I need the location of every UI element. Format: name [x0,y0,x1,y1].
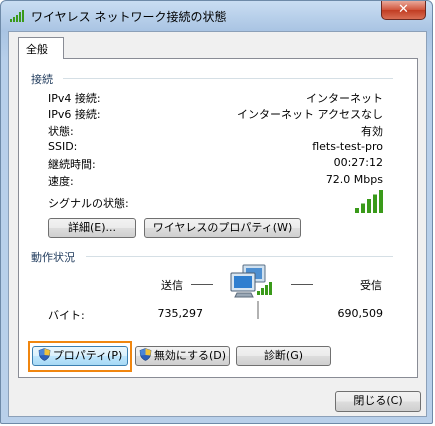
connection-divider [63,78,393,79]
close-icon: ✕ [398,2,409,17]
sent-line [191,284,213,285]
connection-section-title: 接続 [31,73,53,86]
disable-button-label: 無効にする(D) [153,349,227,362]
ipv4-label: IPv4 接続: [48,92,101,105]
wireless-properties-button[interactable]: ワイヤレスのプロパティ(W) [144,218,301,238]
network-computers-icon [230,264,272,319]
ipv4-value: インターネット [306,92,383,105]
duration-value: 00:27:12 [333,156,383,169]
signal-label: シグナルの状態: [48,197,129,210]
details-button[interactable]: 詳細(E)... [48,218,136,238]
window-title: ワイヤレス ネットワーク接続の状態 [31,10,227,24]
disable-button[interactable]: 無効にする(D) [135,346,230,366]
signal-bar [373,194,377,213]
properties-button[interactable]: プロパティ(P) [32,346,128,366]
uac-shield-icon [38,348,51,361]
tab-general[interactable]: 全般 [18,37,64,59]
activity-section-title: 動作状況 [31,251,75,264]
sent-label: 送信 [161,279,183,292]
ipv6-label: IPv6 接続: [48,108,101,121]
properties-button-label: プロパティ(P) [52,349,123,362]
diagnose-button[interactable]: 診断(G) [236,346,331,366]
state-label: 状態: [48,125,74,138]
status-dialog: ワイヤレス ネットワーク接続の状態 ✕ 全般 接続 IPv4 接続: インターネ… [0,0,433,424]
state-value: 有効 [361,125,383,138]
wireless-signal-icon [10,10,24,22]
close-dialog-button[interactable]: 閉じる(C) [335,391,421,412]
bytes-label: バイト: [48,309,85,322]
close-window-button[interactable]: ✕ [381,1,426,20]
title-bar[interactable]: ワイヤレス ネットワーク接続の状態 ✕ [1,1,434,31]
tab-general-label: 全般 [26,43,48,56]
ssid-label: SSID: [48,140,78,153]
speed-value: 72.0 Mbps [325,173,383,186]
signal-bar [361,203,365,213]
signal-bar [355,208,359,213]
received-label: 受信 [360,279,382,292]
duration-label: 継続時間: [48,158,96,171]
activity-divider [86,256,393,257]
speed-label: 速度: [48,175,74,188]
uac-shield-icon [139,348,152,361]
ssid-value: flets-test-pro [312,140,383,153]
signal-bar [367,199,371,213]
bytes-received-value: 690,509 [337,307,384,320]
ipv6-value: インターネット アクセスなし [237,108,383,121]
received-line [291,284,313,285]
signal-bar [379,190,383,213]
bytes-sent-value: 735,297 [157,307,204,320]
signal-strength-icon [355,190,383,213]
